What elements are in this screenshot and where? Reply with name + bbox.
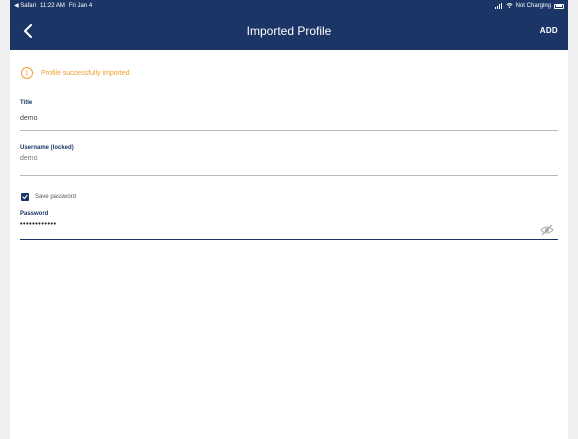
add-button[interactable]: ADD [540,12,558,50]
page-title: Imported Profile [246,24,332,38]
header: ◀ Safari 11:22 AM Fri Jan 4 Not Charging… [10,0,568,50]
content: i Profile successfully imported Title Us… [10,50,568,439]
password-field: Password •••••••••••• [20,210,558,240]
username-value: demo [20,155,38,162]
title-input[interactable] [20,112,558,126]
username-label: Username (locked) [20,145,74,151]
app-screen: ◀ Safari 11:22 AM Fri Jan 4 Not Charging… [10,0,568,439]
charging-status: Not Charging [515,3,551,9]
eye-slash-icon [540,224,554,236]
nav-bar: Imported Profile ADD [10,12,568,50]
notice-text: Profile successfully imported [41,69,130,77]
checkmark-icon [22,194,28,200]
title-field: Title [20,99,558,131]
password-label: Password [20,211,49,217]
chevron-left-icon [24,24,32,38]
status-left: ◀ Safari 11:22 AM Fri Jan 4 [14,0,92,12]
success-notice: i Profile successfully imported [21,67,130,79]
wifi-icon [506,2,513,10]
status-date: Fri Jan 4 [68,3,93,9]
title-label: Title [20,100,33,106]
save-password-checkbox[interactable] [21,193,29,201]
info-circle-icon: i [21,67,33,79]
toggle-password-visibility-button[interactable] [540,223,554,236]
save-password-row: Save password [21,193,76,201]
status-right: Not Charging [494,0,564,12]
status-time: 11:22 AM [39,3,65,9]
status-bar: ◀ Safari 11:22 AM Fri Jan 4 Not Charging [10,0,568,12]
back-to-app-link[interactable]: ◀ Safari [14,0,36,12]
password-input[interactable]: •••••••••••• [20,218,558,232]
username-field: Username (locked) demo [20,144,558,176]
save-password-label: Save password [35,194,77,200]
battery-icon [554,3,564,9]
signal-icon [494,2,503,10]
back-button[interactable] [16,16,40,46]
